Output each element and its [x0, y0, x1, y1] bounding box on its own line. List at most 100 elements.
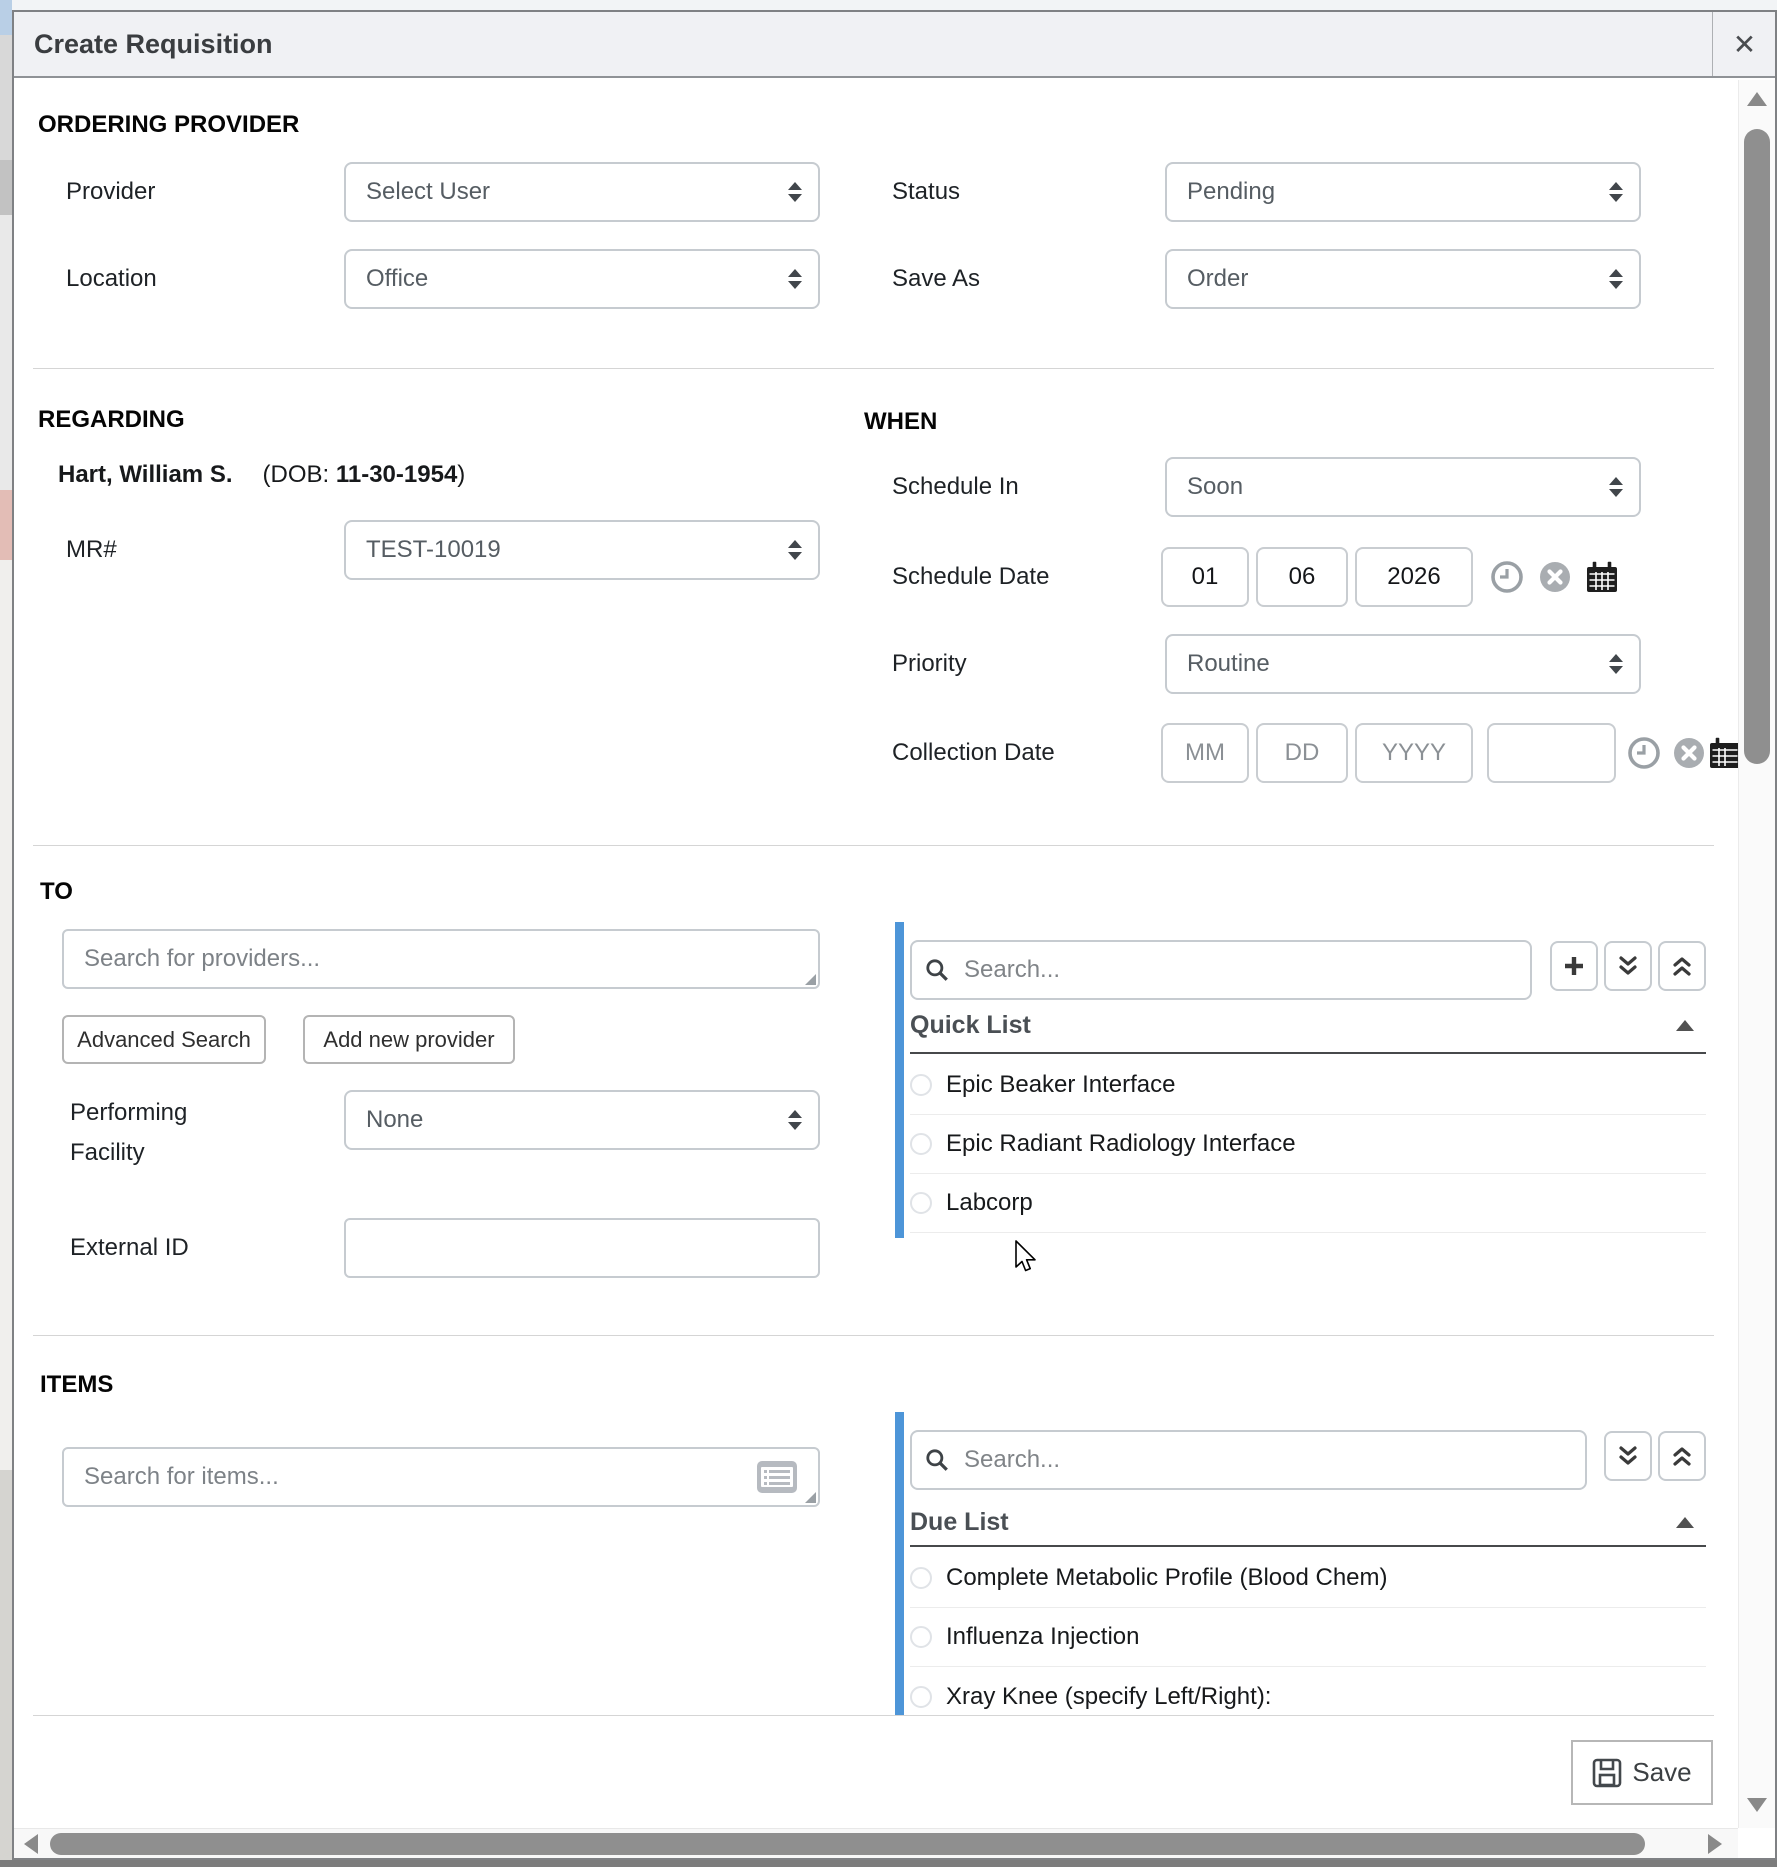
- due-list-search-input[interactable]: [910, 1430, 1587, 1490]
- schedule-date-label: Schedule Date: [892, 547, 1049, 607]
- collection-calendar-icon[interactable]: [1708, 736, 1742, 770]
- section-to: TO: [40, 878, 73, 906]
- section-divider: [33, 845, 1714, 846]
- provider-search-wrap: [62, 929, 820, 989]
- items-search-input[interactable]: [62, 1447, 820, 1507]
- location-label: Location: [66, 249, 157, 309]
- section-when: WHEN: [864, 408, 937, 436]
- save-button[interactable]: Save: [1571, 1740, 1713, 1805]
- provider-label: Provider: [66, 162, 155, 222]
- close-button[interactable]: ✕: [1712, 12, 1776, 76]
- updown-arrow-icon: [786, 180, 804, 204]
- close-icon: ✕: [1733, 28, 1756, 61]
- collapse-all-button[interactable]: [1604, 1431, 1652, 1481]
- expand-all-button[interactable]: [1658, 1431, 1706, 1481]
- updown-arrow-icon: [786, 267, 804, 291]
- due-list-item[interactable]: Xray Knee (specify Left/Right):: [910, 1667, 1706, 1726]
- section-divider: [33, 1335, 1714, 1336]
- performing-facility-label-line1: Performing: [70, 1094, 187, 1132]
- collection-day-input[interactable]: [1256, 723, 1348, 783]
- performing-facility-select[interactable]: None: [344, 1090, 820, 1150]
- due-list-item[interactable]: Complete Metabolic Profile (Blood Chem): [910, 1549, 1706, 1608]
- vertical-scroll-thumb[interactable]: [1744, 129, 1770, 764]
- dialog-title: Create Requisition: [34, 12, 273, 76]
- priority-select[interactable]: Routine: [1165, 634, 1641, 694]
- schedule-date-clear-icon[interactable]: [1538, 560, 1572, 594]
- radio-icon[interactable]: [910, 1192, 932, 1214]
- updown-arrow-icon: [1607, 267, 1625, 291]
- quick-list-item[interactable]: Epic Radiant Radiology Interface: [910, 1115, 1706, 1174]
- scroll-up-arrow[interactable]: [1747, 92, 1767, 106]
- horizontal-scrollbar[interactable]: [14, 1828, 1738, 1858]
- quick-list-search-wrap: [910, 940, 1532, 1000]
- dialog-titlebar: Create Requisition ✕: [14, 12, 1775, 78]
- collection-time-input[interactable]: [1487, 723, 1616, 783]
- section-regarding: REGARDING: [38, 406, 185, 434]
- collection-date-clear-icon[interactable]: [1672, 736, 1706, 770]
- quick-list-item[interactable]: Epic Beaker Interface: [910, 1056, 1706, 1115]
- advanced-search-button[interactable]: Advanced Search: [62, 1015, 266, 1064]
- schedule-day-input[interactable]: [1256, 547, 1348, 607]
- updown-arrow-icon: [1607, 475, 1625, 499]
- double-chevron-down-icon: [1616, 954, 1640, 978]
- schedule-year-input[interactable]: [1355, 547, 1473, 607]
- section-items: ITEMS: [40, 1371, 113, 1399]
- mr-select[interactable]: TEST-10019: [344, 520, 820, 580]
- radio-icon[interactable]: [910, 1567, 932, 1589]
- scroll-right-arrow[interactable]: [1708, 1834, 1722, 1854]
- collection-time-clock-icon[interactable]: [1627, 736, 1661, 770]
- location-select[interactable]: Office: [344, 249, 820, 309]
- quick-list-panel: Quick List Epic Beaker Interface Epic Ra…: [904, 922, 1718, 1238]
- background-page-strip: [0, 0, 12, 1867]
- collection-month-input[interactable]: [1161, 723, 1249, 783]
- radio-icon[interactable]: [910, 1626, 932, 1648]
- external-id-wrap: [344, 1218, 820, 1278]
- collapse-section-icon[interactable]: [1676, 1517, 1694, 1528]
- scroll-left-arrow[interactable]: [24, 1834, 38, 1854]
- provider-select[interactable]: Select User: [344, 162, 820, 222]
- scroll-down-arrow[interactable]: [1747, 1798, 1767, 1812]
- provider-search-input[interactable]: [62, 929, 820, 989]
- section-divider: [33, 368, 1714, 369]
- screen: Create Requisition ✕ ORDERING PROVIDER P…: [0, 0, 1777, 1867]
- schedule-in-label: Schedule In: [892, 457, 1019, 517]
- item-list-icon[interactable]: [756, 1460, 798, 1494]
- vertical-scrollbar[interactable]: [1738, 80, 1775, 1828]
- create-requisition-dialog: Create Requisition ✕ ORDERING PROVIDER P…: [12, 10, 1777, 1860]
- schedule-time-clock-icon[interactable]: [1490, 560, 1524, 594]
- quick-list-search-input[interactable]: [910, 940, 1532, 1000]
- due-list-item[interactable]: Influenza Injection: [910, 1608, 1706, 1667]
- expand-all-button[interactable]: [1658, 941, 1706, 991]
- collapse-all-button[interactable]: [1604, 941, 1652, 991]
- add-list-entry-button[interactable]: [1550, 941, 1598, 991]
- updown-arrow-icon: [786, 538, 804, 562]
- schedule-month-input[interactable]: [1161, 547, 1249, 607]
- save-floppy-icon: [1592, 1758, 1622, 1788]
- collection-date-label: Collection Date: [892, 723, 1055, 783]
- status-select[interactable]: Pending: [1165, 162, 1641, 222]
- collection-year-input[interactable]: [1355, 723, 1473, 783]
- save-as-label: Save As: [892, 249, 980, 309]
- radio-icon[interactable]: [910, 1074, 932, 1096]
- external-id-label: External ID: [70, 1218, 189, 1278]
- save-as-select[interactable]: Order: [1165, 249, 1641, 309]
- quick-list-title: Quick List: [910, 1010, 1031, 1040]
- priority-label: Priority: [892, 634, 967, 694]
- radio-icon[interactable]: [910, 1686, 932, 1708]
- patient-summary: Hart, William S.(DOB: 11-30-1954): [58, 461, 465, 489]
- section-ordering-provider: ORDERING PROVIDER: [38, 111, 299, 139]
- performing-facility-label-line2: Facility: [70, 1134, 145, 1172]
- radio-icon[interactable]: [910, 1133, 932, 1155]
- horizontal-scroll-thumb[interactable]: [50, 1833, 1645, 1855]
- quick-list-item[interactable]: Labcorp: [910, 1174, 1706, 1233]
- resize-handle[interactable]: [805, 1492, 816, 1503]
- search-icon: [924, 1447, 950, 1473]
- add-new-provider-button[interactable]: Add new provider: [303, 1015, 515, 1064]
- due-list-panel: Due List Complete Metabolic Profile (Blo…: [904, 1412, 1718, 1715]
- due-list-title: Due List: [910, 1507, 1009, 1537]
- schedule-in-select[interactable]: Soon: [1165, 457, 1641, 517]
- schedule-calendar-icon[interactable]: [1585, 560, 1619, 594]
- external-id-input[interactable]: [344, 1218, 820, 1278]
- resize-handle[interactable]: [805, 974, 816, 985]
- collapse-section-icon[interactable]: [1676, 1020, 1694, 1031]
